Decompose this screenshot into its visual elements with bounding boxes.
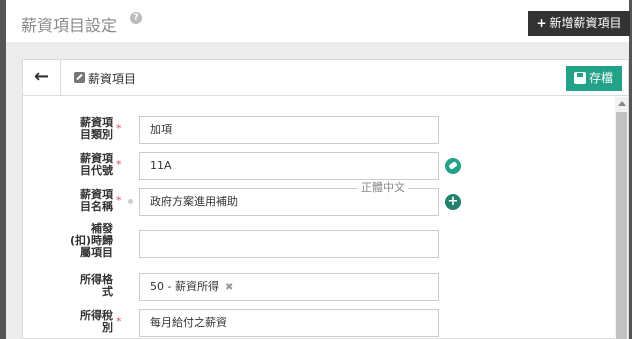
language-dot-icon — [128, 199, 133, 204]
form-row-supplement-item: 補發 (扣)時歸 屬項目 — [23, 223, 613, 271]
save-button[interactable]: 存檔 — [566, 66, 622, 91]
save-disk-icon — [574, 72, 586, 84]
back-button[interactable]: ← — [23, 60, 61, 95]
language-legend: 正體中文 — [358, 182, 408, 194]
required-mark: * — [116, 158, 122, 171]
scroll-thumb[interactable] — [616, 112, 627, 339]
form-row-income-format: 所得格式 50 - 薪資所得 ✖ — [23, 272, 613, 302]
form-row-income-tax-type: 所得稅別 * 每月給付之薪資 — [23, 308, 613, 339]
form-row-item-category: 薪資項 目類別 * 加項 — [23, 115, 613, 145]
add-salary-item-button[interactable]: + 新增薪資項目 — [528, 11, 630, 36]
form-row-item-name: 薪資項 目名稱 * 政府方案進用補助 正體中文 + — [23, 182, 613, 217]
form-row-item-code: 薪資項 目代號 * 11A — [23, 151, 613, 181]
field-label-item-name: 薪資項 目名稱 — [80, 188, 113, 213]
required-mark: * — [116, 194, 122, 207]
supplement-item-select[interactable] — [139, 230, 439, 258]
income-tax-type-select[interactable]: 每月給付之薪資 — [139, 309, 439, 337]
card-header: ← 薪資項目 存檔 — [23, 60, 628, 96]
toggle-icon[interactable] — [445, 158, 461, 174]
field-label-income-tax-type: 所得稅別 — [80, 309, 113, 334]
salary-item-card: ← 薪資項目 存檔 薪資項 目類別 * 加項 薪資項 目代號 * 11A 薪資項 目名… — [22, 59, 629, 339]
required-mark: * — [116, 315, 122, 328]
plus-icon: + — [536, 16, 547, 30]
required-mark: * — [116, 122, 122, 135]
income-format-value: 50 - 薪資所得 — [150, 280, 219, 293]
scroll-up-arrow-icon[interactable] — [618, 101, 626, 106]
item-name-value: 政府方案進用補助 — [150, 195, 238, 208]
page-title: 薪資項目設定 — [21, 16, 118, 35]
back-arrow-icon: ← — [33, 66, 50, 87]
page-header: 薪資項目設定 ? + 新增薪資項目 — [6, 0, 630, 42]
item-code-input[interactable]: 11A — [139, 152, 439, 180]
edit-icon — [74, 72, 85, 83]
add-salary-item-label: 新增薪資項目 — [549, 16, 622, 30]
field-label-supplement-item: 補發 (扣)時歸 屬項目 — [69, 222, 113, 259]
vertical-scrollbar[interactable] — [615, 97, 628, 339]
card-title: 薪資項目 — [88, 72, 137, 86]
item-category-select[interactable]: 加項 — [139, 116, 439, 144]
clear-selection-icon[interactable]: ✖ — [225, 282, 233, 293]
field-label-item-code: 薪資項 目代號 — [80, 152, 113, 177]
item-name-input[interactable]: 政府方案進用補助 正體中文 — [139, 182, 439, 216]
save-label: 存檔 — [589, 71, 614, 85]
field-label-income-format: 所得格式 — [80, 273, 113, 298]
field-label-item-category: 薪資項 目類別 — [80, 116, 113, 141]
income-format-select[interactable]: 50 - 薪資所得 ✖ — [139, 273, 439, 301]
help-icon[interactable]: ? — [130, 12, 142, 24]
add-language-icon[interactable]: + — [445, 194, 461, 210]
